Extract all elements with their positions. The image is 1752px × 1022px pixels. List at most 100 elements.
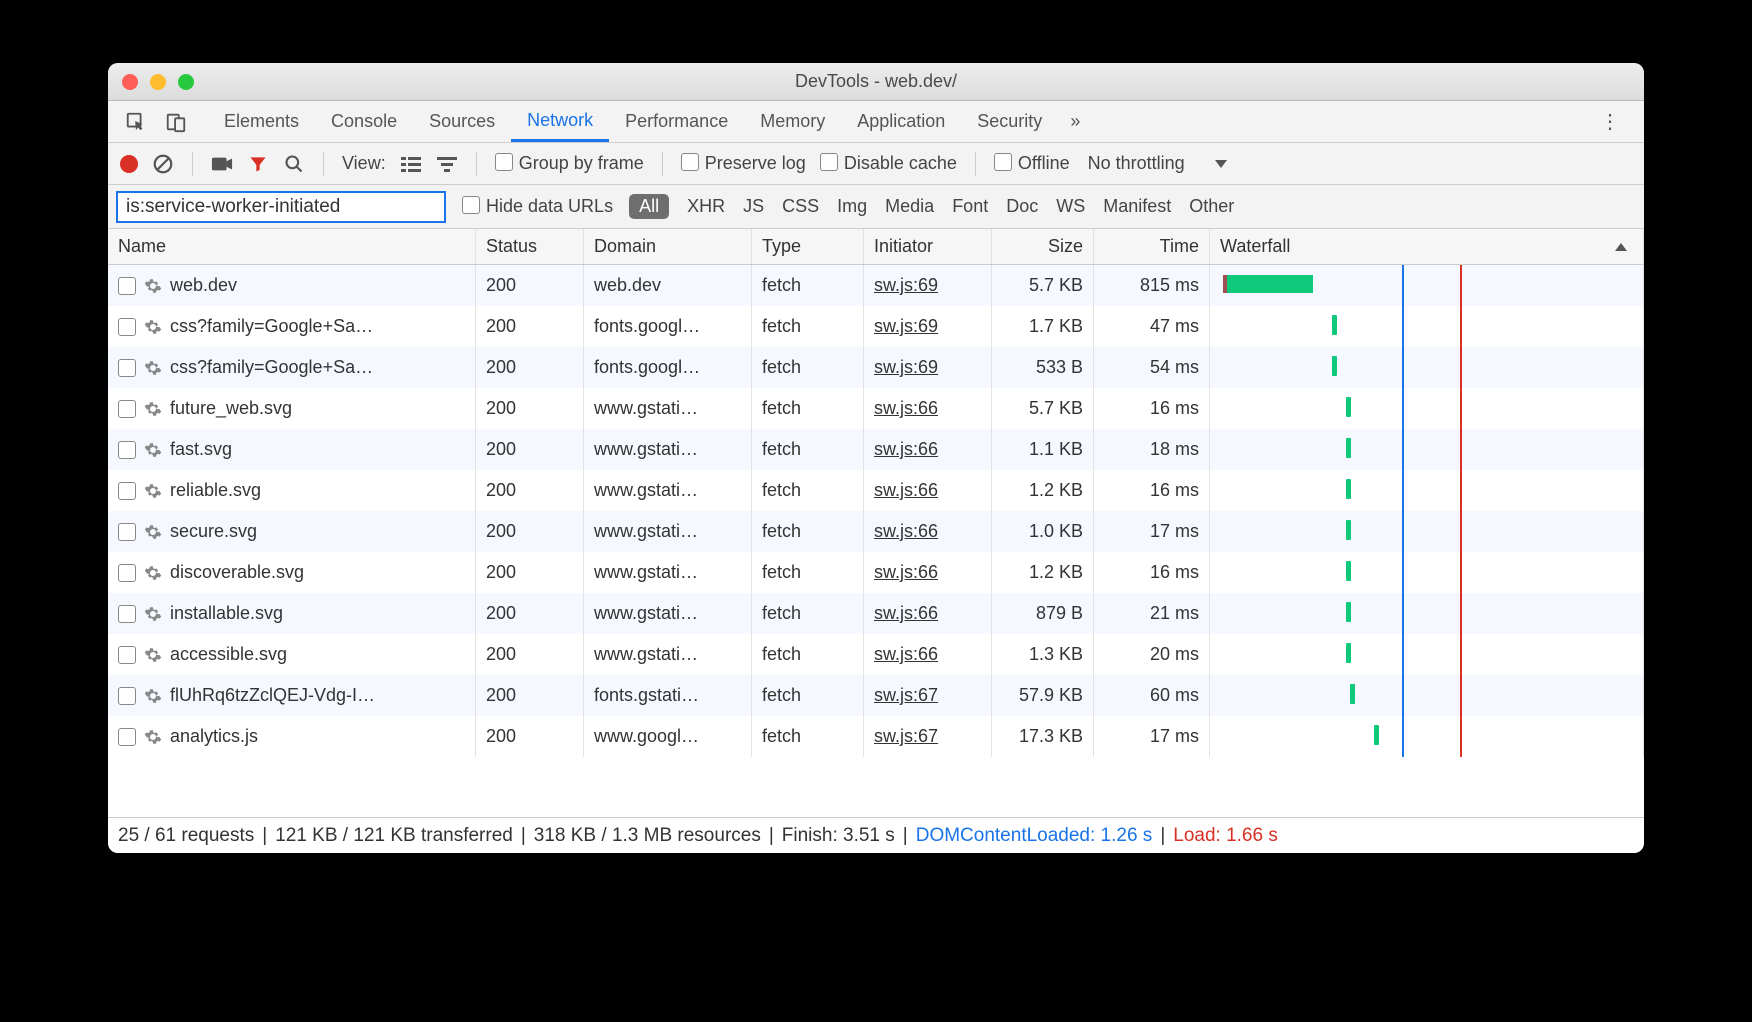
tab-performance[interactable]: Performance — [609, 102, 744, 142]
column-domain[interactable]: Domain — [584, 229, 752, 264]
maximize-button[interactable] — [178, 74, 194, 90]
table-row[interactable]: accessible.svg200www.gstati…fetchsw.js:6… — [108, 634, 1644, 675]
row-checkbox[interactable] — [118, 728, 136, 746]
tab-security[interactable]: Security — [961, 102, 1058, 142]
filter-input[interactable] — [116, 191, 446, 223]
offline-checkbox[interactable]: Offline — [994, 153, 1070, 174]
initiator-link[interactable]: sw.js:66 — [874, 644, 938, 665]
table-row[interactable]: fast.svg200www.gstati…fetchsw.js:661.1 K… — [108, 429, 1644, 470]
gear-icon — [144, 277, 162, 295]
row-checkbox[interactable] — [118, 687, 136, 705]
table-row[interactable]: web.dev200web.devfetchsw.js:695.7 KB815 … — [108, 265, 1644, 306]
table-row[interactable]: future_web.svg200www.gstati…fetchsw.js:6… — [108, 388, 1644, 429]
table-row[interactable]: flUhRq6tzZclQEJ-Vdg-I…200fonts.gstati…fe… — [108, 675, 1644, 716]
cell-waterfall — [1210, 593, 1644, 634]
separator — [975, 152, 976, 176]
filter-type-manifest[interactable]: Manifest — [1103, 196, 1171, 217]
filter-type-css[interactable]: CSS — [782, 196, 819, 217]
initiator-link[interactable]: sw.js:66 — [874, 521, 938, 542]
initiator-link[interactable]: sw.js:66 — [874, 398, 938, 419]
camera-icon[interactable] — [211, 153, 233, 175]
cell-time: 60 ms — [1094, 675, 1210, 716]
row-checkbox[interactable] — [118, 441, 136, 459]
initiator-link[interactable]: sw.js:66 — [874, 439, 938, 460]
minimize-button[interactable] — [150, 74, 166, 90]
cell-size: 1.2 KB — [992, 552, 1094, 593]
table-row[interactable]: analytics.js200www.googl…fetchsw.js:6717… — [108, 716, 1644, 757]
disable-cache-checkbox[interactable]: Disable cache — [820, 153, 957, 174]
sort-ascending-icon — [1615, 243, 1627, 251]
column-initiator[interactable]: Initiator — [864, 229, 992, 264]
tab-sources[interactable]: Sources — [413, 102, 511, 142]
more-tabs-button[interactable]: » — [1058, 111, 1092, 132]
tab-console[interactable]: Console — [315, 102, 413, 142]
table-row[interactable]: reliable.svg200www.gstati…fetchsw.js:661… — [108, 470, 1644, 511]
cell-size: 17.3 KB — [992, 716, 1094, 757]
row-checkbox[interactable] — [118, 277, 136, 295]
column-time[interactable]: Time — [1094, 229, 1210, 264]
filter-type-media[interactable]: Media — [885, 196, 934, 217]
column-name[interactable]: Name — [108, 229, 476, 264]
record-button[interactable] — [120, 155, 138, 173]
tab-elements[interactable]: Elements — [208, 102, 315, 142]
column-status[interactable]: Status — [476, 229, 584, 264]
inspect-icon[interactable] — [124, 110, 148, 134]
cell-type: fetch — [752, 347, 864, 388]
preserve-log-checkbox[interactable]: Preserve log — [681, 153, 806, 174]
filter-type-other[interactable]: Other — [1189, 196, 1234, 217]
initiator-link[interactable]: sw.js:66 — [874, 603, 938, 624]
cell-status: 200 — [476, 470, 584, 511]
table-row[interactable]: discoverable.svg200www.gstati…fetchsw.js… — [108, 552, 1644, 593]
filter-type-font[interactable]: Font — [952, 196, 988, 217]
filter-type-img[interactable]: Img — [837, 196, 867, 217]
cell-time: 21 ms — [1094, 593, 1210, 634]
initiator-link[interactable]: sw.js:67 — [874, 726, 938, 747]
hide-data-urls-checkbox[interactable]: Hide data URLs — [462, 196, 613, 217]
cell-domain: fonts.gstati… — [584, 675, 752, 716]
overview-icon[interactable] — [436, 153, 458, 175]
clear-icon[interactable] — [152, 153, 174, 175]
filter-type-xhr[interactable]: XHR — [687, 196, 725, 217]
row-checkbox[interactable] — [118, 605, 136, 623]
initiator-link[interactable]: sw.js:66 — [874, 562, 938, 583]
row-checkbox[interactable] — [118, 318, 136, 336]
filter-type-doc[interactable]: Doc — [1006, 196, 1038, 217]
filter-icon[interactable] — [247, 153, 269, 175]
row-checkbox[interactable] — [118, 523, 136, 541]
row-checkbox[interactable] — [118, 564, 136, 582]
column-type[interactable]: Type — [752, 229, 864, 264]
search-icon[interactable] — [283, 153, 305, 175]
group-by-frame-checkbox[interactable]: Group by frame — [495, 153, 644, 174]
cell-domain: web.dev — [584, 265, 752, 306]
cell-waterfall — [1210, 265, 1644, 306]
filter-type-all[interactable]: All — [629, 194, 669, 219]
table-row[interactable]: css?family=Google+Sa…200fonts.googl…fetc… — [108, 306, 1644, 347]
row-checkbox[interactable] — [118, 400, 136, 418]
table-row[interactable]: secure.svg200www.gstati…fetchsw.js:661.0… — [108, 511, 1644, 552]
table-row[interactable]: css?family=Google+Sa…200fonts.googl…fetc… — [108, 347, 1644, 388]
cell-size: 1.0 KB — [992, 511, 1094, 552]
row-checkbox[interactable] — [118, 482, 136, 500]
initiator-link[interactable]: sw.js:69 — [874, 357, 938, 378]
initiator-link[interactable]: sw.js:69 — [874, 275, 938, 296]
kebab-menu[interactable]: ⋮ — [1584, 109, 1636, 134]
tab-memory[interactable]: Memory — [744, 102, 841, 142]
cell-size: 1.1 KB — [992, 429, 1094, 470]
initiator-link[interactable]: sw.js:67 — [874, 685, 938, 706]
initiator-link[interactable]: sw.js:66 — [874, 480, 938, 501]
initiator-link[interactable]: sw.js:69 — [874, 316, 938, 337]
request-name: accessible.svg — [170, 644, 287, 665]
tab-network[interactable]: Network — [511, 102, 609, 142]
row-checkbox[interactable] — [118, 359, 136, 377]
throttling-select[interactable]: No throttling — [1088, 153, 1227, 174]
filter-type-js[interactable]: JS — [743, 196, 764, 217]
device-toggle-icon[interactable] — [164, 110, 188, 134]
column-waterfall[interactable]: Waterfall — [1210, 229, 1644, 264]
column-size[interactable]: Size — [992, 229, 1094, 264]
tab-application[interactable]: Application — [841, 102, 961, 142]
table-row[interactable]: installable.svg200www.gstati…fetchsw.js:… — [108, 593, 1644, 634]
row-checkbox[interactable] — [118, 646, 136, 664]
large-rows-icon[interactable] — [400, 153, 422, 175]
filter-type-ws[interactable]: WS — [1056, 196, 1085, 217]
close-button[interactable] — [122, 74, 138, 90]
